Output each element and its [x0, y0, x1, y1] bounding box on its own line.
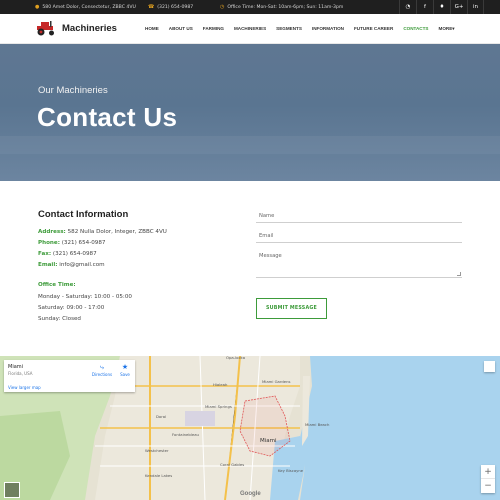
fax-value: (321) 654-0987 [51, 251, 97, 257]
topbar-address: ● 580 Amet Dolor, Consectetur, ZBBC 4VU [35, 4, 136, 10]
directions-icon: ⤷ [100, 363, 104, 371]
topbar-phone-text: (321) 654-0987 [157, 4, 194, 10]
email-label: Email: [38, 262, 58, 268]
email-placeholder: Email [259, 233, 274, 239]
office-hours-line: Sunday: Closed [38, 316, 81, 322]
name-field[interactable]: Name [256, 211, 462, 223]
map-state: Florida, USA [8, 371, 33, 376]
nav-item-about-us[interactable]: ABOUT US [169, 26, 193, 32]
zoom-control: + − [481, 465, 495, 493]
main-navbar: Machineries HOME ABOUT US FARMING MACHIN… [0, 14, 500, 44]
directions-button[interactable]: ⤷ Directions [90, 363, 114, 377]
nav-item-information[interactable]: INFORMATION [312, 26, 344, 32]
address-label: Address: [38, 229, 66, 235]
save-label: Save [120, 372, 130, 377]
map-label: Coral Gables [220, 462, 245, 467]
fullscreen-button[interactable] [484, 361, 495, 372]
nav-item-machineries[interactable]: MACHINERIES [234, 26, 266, 32]
map-city: Miami [8, 364, 24, 370]
hero-subtitle: Our Machineries [38, 85, 108, 96]
map-label: Key Biscayne [278, 468, 304, 473]
site-logo[interactable]: Machineries [35, 20, 117, 36]
contact-info-heading: Contact Information [38, 209, 129, 220]
resize-handle-icon[interactable] [457, 272, 461, 276]
topbar-office-time-text: Office Time: Mon-Sat: 10am-6pm; Sun: 11a… [227, 4, 344, 10]
view-larger-map-link[interactable]: View larger map [8, 385, 41, 390]
social-links: ◔ f ♦ G+ in [399, 0, 484, 14]
google-logo: Google [240, 491, 261, 497]
email-value[interactable]: info@gmail.com [58, 262, 104, 268]
address-value: 582 Nulla Dolor, Integer, ZBBC 4VU [65, 229, 167, 235]
topbar-office-time: ◷ Office Time: Mon-Sat: 10am-6pm; Sun: 1… [220, 4, 343, 10]
linkedin-icon[interactable]: in [467, 0, 484, 14]
map-label: Westchester [145, 448, 169, 453]
map-label: Miami Beach [305, 422, 330, 427]
nav-item-farming[interactable]: FARMING [203, 26, 224, 32]
save-button[interactable]: ★ Save [117, 363, 133, 377]
zoom-out-button[interactable]: − [481, 479, 495, 493]
contact-phone: Phone: (321) 654-0987 [38, 240, 105, 246]
message-placeholder: Message [259, 253, 282, 259]
clock-icon: ◷ [220, 4, 225, 10]
email-field[interactable]: Email [256, 231, 462, 243]
top-bar: ● 580 Amet Dolor, Consectetur, ZBBC 4VU … [0, 0, 500, 14]
phone-value: (321) 654-0987 [59, 240, 106, 246]
location-pin-icon: ● [35, 4, 40, 10]
map-label: Miami [260, 438, 277, 444]
contact-email: Email: info@gmail.com [38, 262, 105, 268]
office-time-label: Office Time: [38, 282, 76, 288]
nav-item-contacts[interactable]: CONTACTS [403, 26, 428, 32]
page-hero: Our Machineries Contact Us [0, 44, 500, 181]
map-label: Fontainebleau [172, 432, 199, 437]
nav-item-more[interactable]: MORE▾ [439, 26, 455, 32]
street-view-thumbnail[interactable] [4, 482, 20, 498]
google-plus-icon[interactable]: G+ [450, 0, 467, 14]
topbar-phone: ☎ (321) 654-0987 [148, 4, 193, 10]
twitter-icon[interactable]: ♦ [433, 0, 450, 14]
star-icon: ★ [121, 363, 129, 371]
page-title: Contact Us [37, 102, 178, 132]
phone-icon: ☎ [148, 4, 155, 10]
map-label: Doral [156, 414, 167, 419]
nav-menu: HOME ABOUT US FARMING MACHINERIES SEGMEN… [145, 26, 465, 32]
message-textarea[interactable]: Message [256, 251, 462, 278]
contact-fax: Fax: (321) 654-0987 [38, 251, 97, 257]
fax-label: Fax: [38, 251, 52, 257]
map-label: Kendale Lakes [145, 473, 173, 478]
map-label: Miami Springs [205, 404, 232, 409]
directions-label: Directions [91, 372, 113, 377]
brand-name: Machineries [62, 22, 117, 34]
office-hours-line: Monday - Saturday: 10:00 - 05:00 [38, 294, 132, 300]
map-label: Opa-locka [226, 355, 246, 360]
name-placeholder: Name [259, 213, 275, 219]
rss-icon[interactable]: ◔ [399, 0, 416, 14]
nav-item-home[interactable]: HOME [145, 26, 159, 32]
map-label: Miami Gardens [262, 379, 291, 384]
topbar-address-text: 580 Amet Dolor, Consectetur, ZBBC 4VU [42, 4, 136, 10]
phone-label: Phone: [38, 240, 60, 246]
office-hours-line: Saturday: 09:00 - 17:00 [38, 305, 105, 311]
map-label: Hialeah [213, 382, 228, 387]
hero-band [0, 136, 500, 154]
tractor-icon [37, 21, 54, 36]
map-info-card: Miami Florida, USA View larger map ⤷ Dir… [4, 360, 135, 392]
facebook-icon[interactable]: f [416, 0, 433, 14]
submit-message-button[interactable]: SUBMIT MESSAGE [256, 298, 327, 319]
zoom-in-button[interactable]: + [481, 465, 495, 479]
nav-item-segments[interactable]: SEGMENTS [276, 26, 302, 32]
contact-address: Address: 582 Nulla Dolor, Integer, ZBBC … [38, 229, 167, 235]
nav-item-future-career[interactable]: FUTURE CAREER [354, 26, 393, 32]
